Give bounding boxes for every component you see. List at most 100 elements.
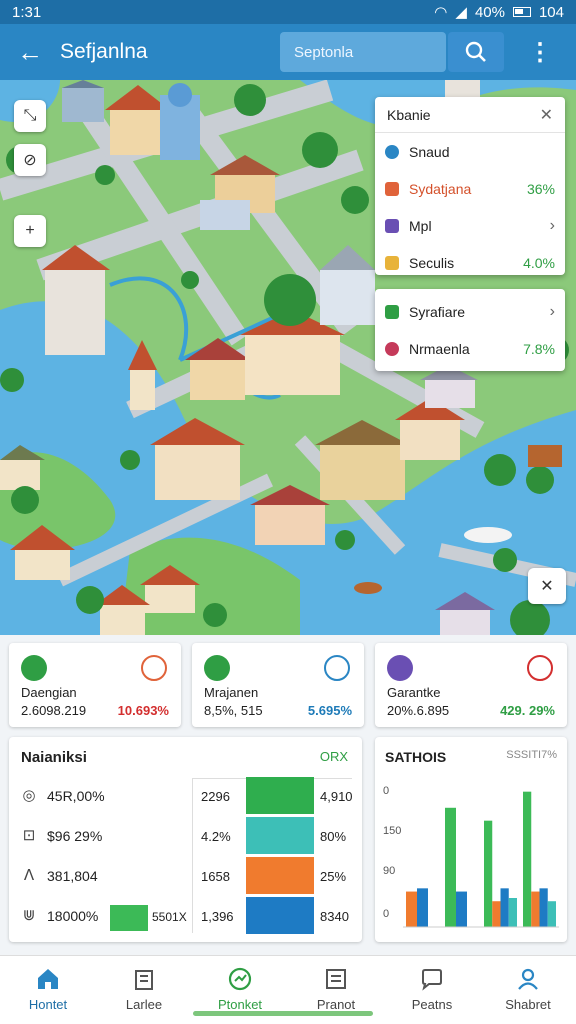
chart-bar — [417, 888, 428, 927]
building-icon — [135, 970, 153, 990]
table-action-link[interactable]: ORX — [320, 749, 348, 764]
layer-value: 4.0% — [523, 254, 555, 271]
row-mid-value: 2296 — [201, 789, 230, 804]
nav-label: Pranot — [316, 997, 356, 1012]
chart-bar — [531, 891, 540, 927]
layer-label: Snaud — [409, 143, 450, 160]
nav-label: Peatns — [411, 997, 453, 1012]
row-left-value: 45R,00% — [47, 788, 105, 804]
stat-card[interactable]: Daengian 2.6098.219 10.693% — [9, 643, 181, 727]
nav-item-chat[interactable]: Peatns — [384, 956, 480, 1024]
tools-icon — [387, 655, 413, 681]
chart-bar — [406, 891, 417, 927]
compass-icon: ⊘ — [23, 152, 37, 169]
nav-item-profile[interactable]: Shabret — [480, 956, 576, 1024]
crosshair-icon: + — [25, 222, 35, 239]
stat-card[interactable]: Mrajanen 8,5%, 515 5.695% — [192, 643, 364, 727]
row-extra-bar — [110, 905, 148, 931]
layer-label: Mpl — [409, 217, 432, 234]
battery-percent: 40% — [474, 3, 505, 21]
person-icon — [518, 968, 538, 990]
stat-number: 20%.6.895 — [387, 703, 450, 718]
chart-bar — [547, 901, 556, 927]
chart-bar — [508, 898, 517, 927]
layers-panel: Kbanie ✕ Snaud Sydatjana 36% Mpl › Secul… — [375, 97, 565, 374]
layer-item[interactable]: Nrmaenla 7.8% — [375, 330, 565, 367]
status-time: 1:31 — [12, 3, 42, 21]
search-input[interactable]: Septonla — [280, 32, 446, 72]
row-left-value: $96 29% — [47, 828, 103, 844]
chart-bar — [484, 820, 493, 927]
row-icon: ⊡ — [22, 827, 36, 844]
chevron-right-icon: › — [549, 302, 555, 320]
row-right-value: 25% — [320, 869, 347, 884]
map-marker-icon — [228, 967, 252, 991]
layers-card-1: Kbanie ✕ Snaud Sydatjana 36% Mpl › Secul… — [375, 97, 565, 275]
location-icon — [527, 655, 553, 681]
chart-panel: SATHOIS SSSITI7% 0 150 90 0 — [375, 737, 567, 942]
stat-number: 2.6098.219 — [21, 703, 87, 718]
layer-label: Sydatjana — [409, 180, 472, 197]
stat-card[interactable]: Garantke 20%.6.895 429. 29% — [375, 643, 567, 727]
row-right-value: 8340 — [320, 909, 349, 924]
search-icon — [465, 41, 486, 62]
chart-bar — [445, 807, 456, 927]
row-icon: ◎ — [22, 787, 36, 804]
dots-icon — [385, 341, 399, 356]
table-row[interactable]: ⊡ $96 29% 4.2% 80% — [9, 817, 362, 857]
trend-icon — [141, 655, 167, 681]
compass-control[interactable]: ⊘ — [14, 144, 46, 176]
layer-icon — [385, 255, 399, 270]
chart-bar — [492, 901, 501, 927]
layer-value: 7.8% — [523, 340, 555, 357]
back-arrow-icon[interactable]: ← — [0, 37, 60, 68]
fullscreen-control[interactable]: ⤡ — [14, 100, 46, 132]
search-button[interactable] — [448, 32, 504, 72]
more-menu-icon[interactable]: ⋮ — [504, 38, 574, 67]
y-tick-label: 90 — [383, 865, 395, 877]
status-extra: 104 — [538, 3, 564, 21]
row-mid-value: 1,396 — [201, 909, 234, 924]
layer-item[interactable]: Sydatjana 36% — [375, 170, 565, 207]
table-row[interactable]: ⴷ 381,804 1658 25% — [9, 857, 362, 897]
layer-item[interactable]: Syrafiare › — [375, 293, 565, 330]
zoom-control[interactable]: + — [14, 215, 46, 247]
stat-percent: 429. 29% — [500, 703, 555, 718]
battery-icon — [512, 7, 531, 17]
y-tick-label: 0 — [383, 908, 389, 920]
stat-number: 8,5%, 515 — [204, 703, 263, 718]
chart-bar — [456, 891, 467, 927]
chart-icon — [21, 655, 47, 681]
nav-item-buildings[interactable]: Larlee — [96, 956, 192, 1024]
nav-label: Shabret — [505, 997, 551, 1012]
chat-icon — [422, 969, 442, 991]
row-left-value: 18000% — [47, 908, 99, 924]
nav-label: Larlee — [125, 997, 163, 1012]
status-bar: 1:31 ◠ ◢ 40% 104 — [0, 0, 576, 24]
stat-percent: 5.695% — [307, 703, 352, 718]
collapse-icon: ✕ — [540, 578, 554, 595]
layers-header: Kbanie ✕ — [375, 97, 565, 133]
chevron-right-icon: › — [549, 216, 555, 234]
home-icon — [38, 969, 58, 989]
layer-item[interactable]: Mpl › — [375, 207, 565, 244]
y-tick-label: 150 — [383, 825, 401, 837]
layer-item[interactable]: Seculis 4.0% — [375, 244, 565, 281]
nav-label: Hontet — [28, 997, 68, 1012]
active-tab-indicator — [193, 1011, 373, 1016]
collapse-map-button[interactable]: ✕ — [528, 568, 566, 604]
layer-item[interactable]: Snaud — [375, 133, 565, 170]
wifi-icon: ◠ — [434, 4, 448, 21]
close-icon[interactable]: ✕ — [540, 105, 553, 125]
table-row[interactable]: ⋓ 18000% 5501X 1,396 8340 — [9, 897, 362, 937]
map-pin-icon — [385, 218, 399, 233]
layer-label: Nrmaenla — [409, 340, 470, 357]
stat-percent: 10.693% — [117, 703, 169, 718]
row-extra-value: 5501X — [152, 910, 187, 924]
info-icon — [324, 655, 350, 681]
row-left-value: 381,804 — [47, 868, 98, 884]
row-right-value: 80% — [320, 829, 347, 844]
table-row[interactable]: ◎ 45R,00% 2296 4,910 — [9, 777, 362, 817]
row-bar — [246, 777, 314, 814]
nav-item-home[interactable]: Hontet — [0, 956, 96, 1024]
